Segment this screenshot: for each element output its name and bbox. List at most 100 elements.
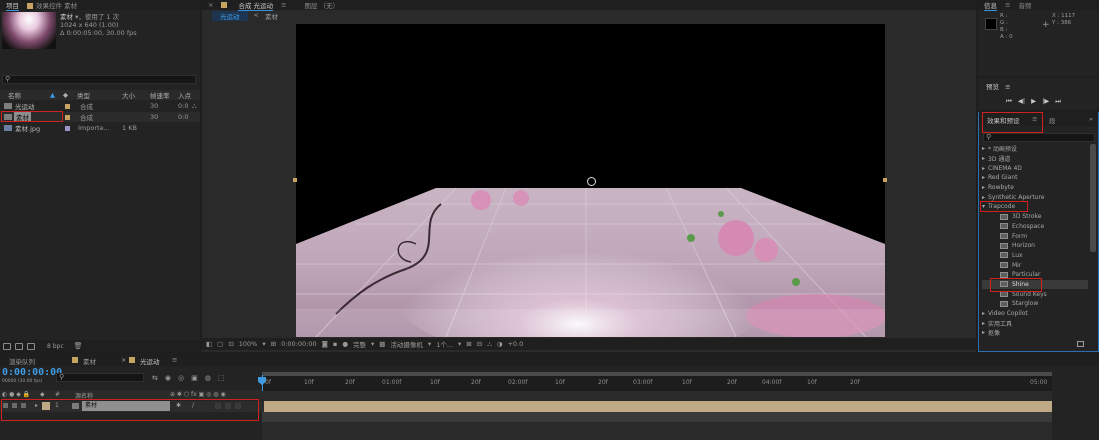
zoom-select[interactable]: 100% xyxy=(239,340,258,348)
project-search-input[interactable]: ⚲ xyxy=(2,75,196,84)
bpc-label[interactable]: 8 bpc xyxy=(47,343,64,350)
close-icon[interactable]: × xyxy=(121,356,126,364)
mask-icon[interactable]: ⊡ xyxy=(228,340,233,348)
new-folder-icon[interactable] xyxy=(15,342,23,350)
effect-plugin[interactable]: Horizon xyxy=(982,241,1088,251)
tab-light-motion[interactable]: 光运动 xyxy=(140,356,160,366)
comp-viewer[interactable] xyxy=(296,24,885,337)
tab-render-queue[interactable]: 渲染队列 xyxy=(9,356,35,366)
new-bin-icon[interactable] xyxy=(1077,341,1084,347)
tab-paragraph[interactable]: 段 xyxy=(1049,115,1056,125)
last-frame-icon[interactable]: ⏭ xyxy=(1055,97,1061,106)
effect-category[interactable]: ▸ Video Copilot xyxy=(982,309,1088,319)
region-icon[interactable]: ▢ xyxy=(217,340,223,348)
new-composition-icon[interactable] xyxy=(27,342,35,350)
tab-layer[interactable]: 图层 （无） xyxy=(304,0,339,10)
subtab-light-motion[interactable]: 光运动 xyxy=(212,11,248,21)
tab-effect-controls[interactable]: 效果控件 素材 xyxy=(27,0,77,10)
effect-plugin[interactable]: Form xyxy=(982,231,1088,241)
effects-search-input[interactable]: ⚲ xyxy=(983,133,1095,142)
tab-audio[interactable]: 音频 xyxy=(1018,0,1031,10)
expand-icon[interactable]: » xyxy=(1089,115,1093,123)
effect-category[interactable]: ▸ CINEMA 4D xyxy=(982,163,1088,173)
composition-tabbar: × 合成 光运动 ≡ 图层 （无） xyxy=(202,0,976,11)
col-in[interactable]: 入点 xyxy=(178,90,191,100)
previous-frame-icon[interactable]: ◀| xyxy=(1018,97,1025,106)
effect-plugin[interactable]: Starglow xyxy=(982,299,1088,309)
chevron-down-icon[interactable]: ▾ xyxy=(371,340,374,348)
trash-icon[interactable]: 🗑 xyxy=(74,342,83,350)
plugin-icon xyxy=(1000,291,1008,298)
interpret-footage-icon[interactable] xyxy=(3,342,11,350)
timeline-timecode[interactable]: 0:00:00:00 xyxy=(2,367,62,378)
next-frame-icon[interactable]: |▶ xyxy=(1042,97,1049,106)
effect-category[interactable]: ▸ Rowbyte xyxy=(982,183,1088,193)
ruler-label: 10f xyxy=(304,379,314,386)
transparency-grid-icon[interactable]: ▩ xyxy=(379,340,385,348)
tab-preview[interactable]: 预览 xyxy=(986,83,999,91)
timeline-search-input[interactable]: ⚲ xyxy=(56,373,144,382)
flowchart-icon[interactable]: ⛬ xyxy=(192,102,197,111)
effects-scrollbar[interactable] xyxy=(1090,144,1096,252)
project-item-row[interactable]: 光运动 合成 30 0:0 ⛬ xyxy=(0,101,200,111)
menu-icon[interactable]: ≡ xyxy=(172,356,177,364)
effect-plugin[interactable]: 3D Stroke xyxy=(982,212,1088,222)
comp-mini-flowchart-icon[interactable]: ⇆ xyxy=(152,374,158,382)
viewer-handle[interactable] xyxy=(883,178,887,182)
resolution-select[interactable]: 完整 xyxy=(353,339,366,349)
effect-category[interactable]: ▸ 3D 通道 xyxy=(982,154,1088,164)
col-size[interactable]: 大小 xyxy=(122,90,135,100)
effect-category[interactable]: ▸ * 动画预设 xyxy=(982,144,1088,154)
first-frame-icon[interactable]: ⏮ xyxy=(1006,97,1012,106)
play-icon[interactable]: ▶ xyxy=(1031,97,1036,106)
frame-blending-icon[interactable]: ▣ xyxy=(191,374,198,382)
chevron-down-icon[interactable]: ▾ xyxy=(428,340,431,348)
menu-icon[interactable]: ≡ xyxy=(281,1,286,9)
fast-preview-icon[interactable]: ⊠ xyxy=(466,340,471,348)
flowchart-icon[interactable]: ⛬ xyxy=(487,340,492,349)
layer-duration-bar[interactable] xyxy=(264,401,1052,412)
tab-info[interactable]: 信息 xyxy=(984,0,997,11)
views-select[interactable]: 1个... xyxy=(436,339,453,349)
chevron-down-icon[interactable]: ▾ xyxy=(458,340,461,348)
effect-plugin[interactable]: Lux xyxy=(982,251,1088,261)
always-preview-icon[interactable]: ◧ xyxy=(206,340,212,348)
tab-composition[interactable]: 合成 光运动 xyxy=(238,0,274,11)
graph-editor-icon[interactable]: ⬚ xyxy=(218,374,225,382)
col-rate[interactable]: 帧速率 xyxy=(150,90,170,100)
effect-category[interactable]: ▸ 实用工具 xyxy=(982,318,1088,328)
work-area-bar[interactable] xyxy=(262,372,1052,376)
project-footer: 8 bpc 🗑 xyxy=(0,340,200,352)
col-name[interactable]: 名称 xyxy=(8,90,21,100)
motion-blur-icon[interactable]: ◍ xyxy=(205,374,211,382)
tab-footage[interactable]: 素材 xyxy=(83,356,96,366)
anchor-point-icon[interactable] xyxy=(587,177,596,186)
camera-snapshot-icon[interactable]: ◙ xyxy=(322,340,328,348)
col-type[interactable]: 类型 xyxy=(77,90,90,100)
show-snapshot-icon[interactable]: ▪ xyxy=(333,340,337,348)
exposure-reset-icon[interactable]: ◑ xyxy=(497,340,503,348)
effect-plugin[interactable]: Echospace xyxy=(982,222,1088,232)
current-time-display[interactable]: 0:00:00:00 xyxy=(281,340,317,348)
project-item-row[interactable]: 素材.jpg Importe... 1 KB xyxy=(0,123,200,133)
tab-project[interactable]: 项目 xyxy=(6,0,19,11)
effect-category[interactable]: ▸ Red Giant xyxy=(982,173,1088,183)
exposure-value[interactable]: +0.0 xyxy=(507,340,523,348)
shy-icon[interactable]: ◎ xyxy=(178,374,184,382)
timeline-icon[interactable]: ⊟ xyxy=(477,340,482,348)
effect-plugin[interactable]: Mir xyxy=(982,260,1088,270)
menu-icon[interactable]: ≡ xyxy=(1005,83,1010,91)
color-channel-icon[interactable]: ● xyxy=(342,340,348,348)
ruler-label: 20f xyxy=(345,379,355,386)
ruler-label: 10f xyxy=(430,379,440,386)
chevron-down-icon[interactable]: ▾ xyxy=(262,340,265,348)
effect-category[interactable]: ▸ 抠像 xyxy=(982,328,1088,338)
close-icon[interactable]: × xyxy=(208,1,213,9)
safe-zones-icon[interactable]: ⊞ xyxy=(271,340,276,348)
menu-icon[interactable]: ≡ xyxy=(1005,1,1010,9)
draft-3d-icon[interactable]: ◉ xyxy=(165,374,171,382)
camera-select[interactable]: 活动摄像机 xyxy=(390,339,423,349)
chevron-right-icon: ▸ xyxy=(982,329,986,337)
viewer-handle[interactable] xyxy=(293,178,297,182)
subtab-footage[interactable]: 素材 xyxy=(265,11,278,21)
